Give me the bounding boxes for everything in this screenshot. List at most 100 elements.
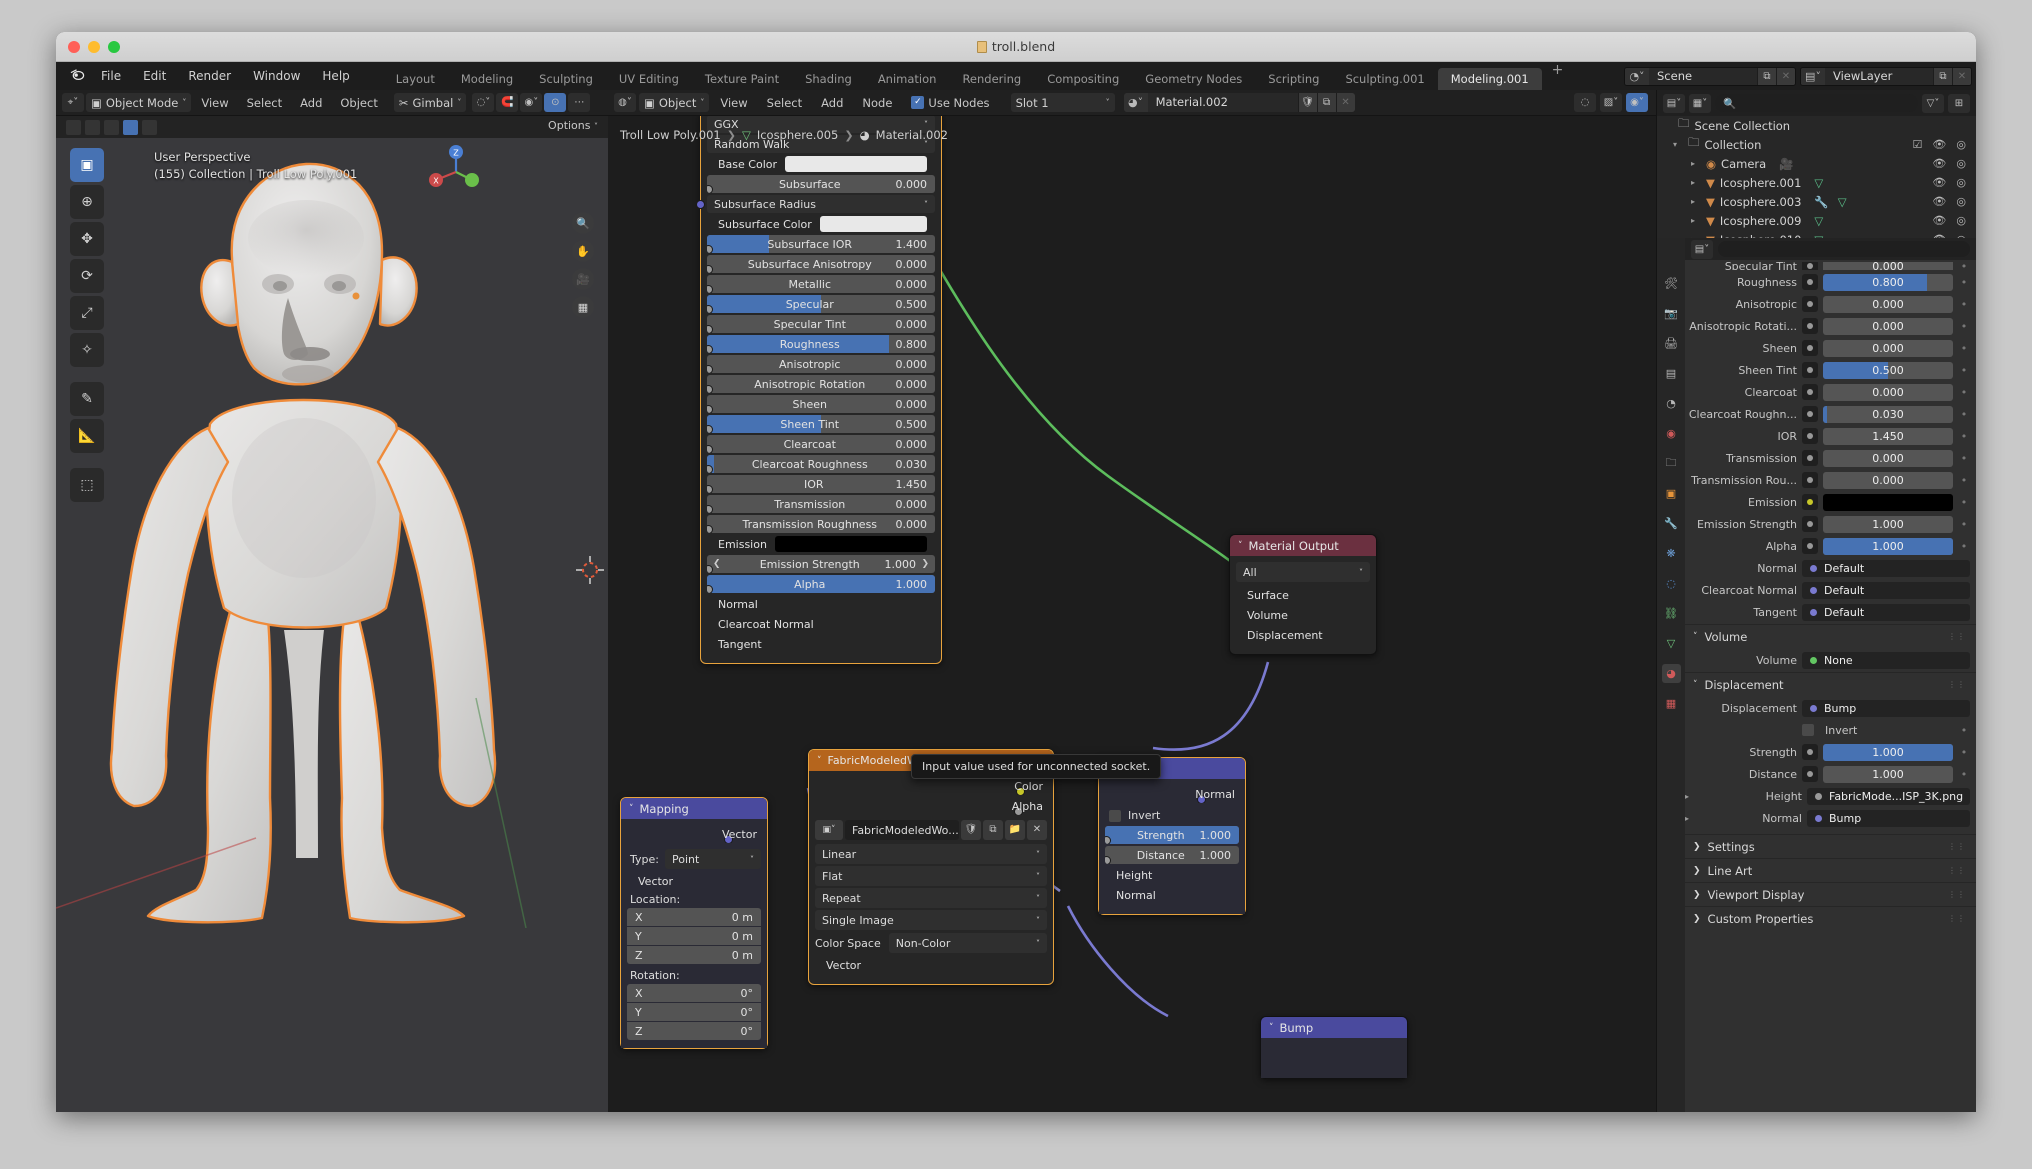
- input-transmission[interactable]: Transmission 0.000: [707, 495, 935, 513]
- outliner-toggles[interactable]: ☑ 👁 ◎: [1913, 138, 1976, 151]
- node-menu-node[interactable]: Node: [854, 96, 900, 110]
- input-transmission-roughness[interactable]: Transmission Roughness 0.000: [707, 515, 935, 533]
- invert-checkbox-row[interactable]: Invert: [1105, 809, 1239, 822]
- animate-property-icon[interactable]: •: [1958, 518, 1970, 531]
- drag-grip-icon[interactable]: ⋮⋮: [1948, 914, 1966, 923]
- input-socket-icon[interactable]: [1802, 296, 1818, 312]
- property-row-anisotropic[interactable]: Anisotropic 0.000 •: [1685, 294, 1970, 314]
- property-row-height[interactable]: ▸ Height FabricMode...ISP_3K.png: [1685, 786, 1970, 806]
- outliner-filter-icon[interactable]: ▽˅: [1922, 93, 1944, 113]
- output-volume[interactable]: Volume: [1236, 606, 1370, 624]
- unlink-image-button[interactable]: ✕: [1027, 820, 1047, 840]
- property-value[interactable]: 1.000: [1823, 515, 1953, 533]
- snapping-icon[interactable]: ◌˅: [472, 93, 495, 112]
- socket-metallic[interactable]: [707, 284, 713, 293]
- transform-orientation-selector[interactable]: ✂ Gimbal ˅: [393, 93, 467, 112]
- blender-logo-icon[interactable]: [64, 67, 90, 86]
- increment-arrow-icon[interactable]: ❯: [921, 559, 929, 569]
- socket-anisotropic-rotation[interactable]: [707, 384, 713, 393]
- camera-render-icon[interactable]: ◎: [1956, 195, 1966, 208]
- interpolation-dropdown[interactable]: Linear ˅: [815, 844, 1047, 864]
- input-socket-icon[interactable]: [1802, 406, 1818, 422]
- duplicate-material-button[interactable]: ⧉: [1316, 93, 1336, 112]
- open-image-folder-icon[interactable]: 📁: [1005, 820, 1025, 840]
- select-box-icon[interactable]: [66, 119, 81, 135]
- property-row-transmission[interactable]: Transmission 0.000 •: [1685, 448, 1970, 468]
- workspace-tab-uv-editing[interactable]: UV Editing: [606, 68, 692, 90]
- workspace-tab-layout[interactable]: Layout: [383, 68, 448, 90]
- eye-icon[interactable]: 👁: [1932, 157, 1946, 170]
- input-sheen[interactable]: Sheen 0.000: [707, 395, 935, 413]
- property-row-clearcoat-normal[interactable]: Clearcoat Normal Default: [1685, 580, 1970, 600]
- use-nodes-toggle[interactable]: ✓ Use Nodes: [911, 96, 990, 110]
- input-socket-icon[interactable]: [1802, 340, 1818, 356]
- property-row-strength[interactable]: Strength 1.000 •: [1685, 742, 1970, 762]
- workspace-tab-compositing[interactable]: Compositing: [1034, 68, 1132, 90]
- collapse-chevron-icon[interactable]: ˅: [817, 756, 822, 766]
- property-link-value[interactable]: None: [1802, 651, 1970, 669]
- property-link-value[interactable]: Bump: [1802, 699, 1970, 717]
- camera-render-icon[interactable]: ◎: [1956, 157, 1966, 170]
- workspace-tab-animation[interactable]: Animation: [865, 68, 950, 90]
- expand-arrow-icon[interactable]: ▸: [1685, 792, 1699, 801]
- outliner-new-collection-icon[interactable]: ⊞: [1948, 93, 1970, 113]
- expand-arrow-icon[interactable]: ▸: [1691, 159, 1701, 168]
- workspace-tab-texture-paint[interactable]: Texture Paint: [692, 68, 792, 90]
- node-overlays-icon[interactable]: ▨˅: [1600, 93, 1622, 112]
- animate-property-icon[interactable]: •: [1958, 768, 1970, 781]
- breadcrumb-material[interactable]: Material.002: [876, 128, 948, 142]
- property-row-sheen[interactable]: Sheen 0.000 •: [1685, 338, 1970, 358]
- zoom-icon[interactable]: 🔍: [572, 212, 594, 234]
- property-value[interactable]: 1.000: [1823, 765, 1953, 783]
- input-socket-icon[interactable]: [1802, 472, 1818, 488]
- viewport-canvas[interactable]: Options ˅ User Perspective (155) Collect…: [56, 116, 608, 1112]
- shading-material-icon[interactable]: [104, 119, 119, 135]
- property-row-volume[interactable]: Volume None: [1685, 650, 1970, 670]
- property-value[interactable]: 0.000: [1823, 471, 1953, 489]
- input-specular-tint[interactable]: Specular Tint 0.000: [707, 315, 935, 333]
- tool-move-icon[interactable]: ✥: [70, 222, 104, 256]
- viewport-more-icon[interactable]: ⋯: [568, 93, 591, 112]
- overlay-toggle-icon[interactable]: [142, 119, 157, 135]
- property-value[interactable]: 1.000: [1823, 537, 1953, 555]
- target-dropdown[interactable]: All ˅: [1236, 562, 1370, 582]
- magnet-icon[interactable]: 🧲: [496, 93, 519, 112]
- socket-specular-tint[interactable]: [707, 324, 713, 333]
- socket-subsurface-anisotropy[interactable]: [707, 264, 713, 273]
- animate-property-icon[interactable]: •: [1958, 452, 1970, 465]
- input-normal-in[interactable]: Normal: [1105, 886, 1239, 904]
- source-dropdown[interactable]: Single Image ˅: [815, 910, 1047, 930]
- drag-grip-icon[interactable]: ⋮⋮: [1948, 632, 1966, 641]
- property-value[interactable]: 0.000: [1823, 449, 1953, 467]
- property-row-normal-bump[interactable]: ▸ Normal Bump: [1685, 808, 1970, 828]
- mapping-type-row[interactable]: Type: Point ˅: [627, 849, 761, 869]
- outliner-search-input[interactable]: 🔍: [1715, 94, 1918, 112]
- new-viewlayer-button[interactable]: ⧉: [1933, 67, 1952, 85]
- outliner-editor-type-icon[interactable]: ▤˅: [1663, 93, 1685, 113]
- duplicate-image-button[interactable]: ⧉: [983, 820, 1003, 840]
- property-value[interactable]: 0.500: [1823, 361, 1953, 379]
- input-normal[interactable]: Normal: [707, 595, 935, 613]
- section-custom-properties[interactable]: ❯ Custom Properties ⋮⋮: [1685, 906, 1976, 930]
- drag-grip-icon[interactable]: ⋮⋮: [1948, 680, 1966, 689]
- node-shading-icon[interactable]: ◉˅: [1626, 93, 1648, 112]
- tab-object-icon[interactable]: ▣: [1662, 484, 1681, 503]
- property-link-value[interactable]: Bump: [1807, 809, 1970, 827]
- input-emission-strength[interactable]: ❮ Emission Strength 1.000 ❯: [707, 555, 935, 573]
- outliner-row-icosphere-009[interactable]: ▸ ▼ Icosphere.009 ▽ 👁 ◎: [1657, 211, 1976, 230]
- bump2-header[interactable]: ˅ Bump: [1261, 1017, 1407, 1038]
- property-row-sheen-tint[interactable]: Sheen Tint 0.500 •: [1685, 360, 1970, 380]
- animate-property-icon[interactable]: •: [1958, 474, 1970, 487]
- property-row-transmission-roughness[interactable]: Transmission Rou... 0.000 •: [1685, 470, 1970, 490]
- emission-color-swatch[interactable]: [774, 536, 927, 552]
- rotation-x[interactable]: X 0°: [627, 984, 761, 1002]
- material-output-header[interactable]: ˅ Material Output: [1230, 535, 1376, 556]
- property-row-displacement[interactable]: Displacement Bump: [1685, 698, 1970, 718]
- output-normal[interactable]: Normal: [1105, 785, 1239, 803]
- location-y[interactable]: Y 0 m: [627, 927, 761, 945]
- property-row-distance[interactable]: Distance 1.000 •: [1685, 764, 1970, 784]
- tool-cursor-icon[interactable]: ⊕: [70, 185, 104, 219]
- eye-icon[interactable]: 👁: [1932, 138, 1946, 151]
- input-socket-icon[interactable]: [1802, 494, 1818, 510]
- collapse-chevron-icon[interactable]: ˅: [1238, 541, 1243, 551]
